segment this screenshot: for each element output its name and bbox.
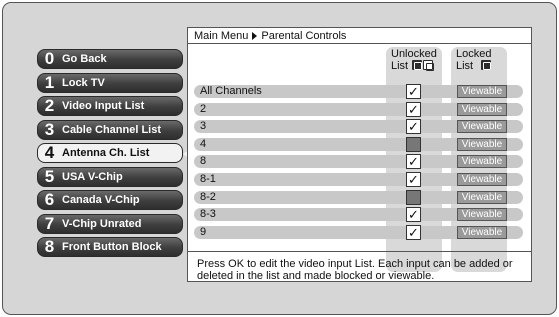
menu-item-label: Cable Channel List: [62, 123, 162, 136]
checkmark-icon: ✓: [408, 119, 419, 135]
unlocked-checkbox[interactable]: [406, 136, 421, 152]
channel-row[interactable]: All Channels ✓ Viewable: [194, 84, 523, 99]
menu-item-label: V-Chip Unrated: [62, 217, 142, 230]
checkmark-icon: ✓: [408, 101, 419, 117]
menu-item-number: 8: [44, 237, 55, 256]
channel-name: 9: [200, 225, 207, 238]
menu-item-label: Video Input List: [62, 100, 145, 112]
channel-row[interactable]: 2 ✓ Viewable: [194, 101, 523, 117]
content-panel: Main Menu Parental Controls Unlocked Lis…: [187, 27, 532, 282]
breadcrumb-current: Parental Controls: [261, 30, 347, 42]
unlocked-header-line1: Unlocked: [391, 48, 437, 60]
menu-item-usa-v-chip[interactable]: 5 USA V-Chip: [37, 166, 183, 187]
viewable-button[interactable]: Viewable: [457, 190, 507, 204]
channel-name: 8: [200, 155, 207, 168]
breadcrumb: Main Menu Parental Controls: [194, 30, 346, 42]
locked-header-line2: List: [456, 60, 474, 72]
unlocked-checkbox[interactable]: ✓: [406, 207, 421, 223]
menu-item-front-button-block[interactable]: 8 Front Button Block: [37, 237, 183, 257]
channel-row[interactable]: 8-3 ✓ Viewable: [194, 207, 523, 223]
lock-icon: [481, 60, 492, 70]
channel-name: 4: [200, 137, 207, 150]
menu-item-number: 2: [44, 96, 55, 115]
menu-item-v-chip-unrated[interactable]: 7 V-Chip Unrated: [37, 213, 183, 234]
channel-row[interactable]: 4 Viewable: [194, 136, 523, 152]
channel-row[interactable]: 8 ✓ Viewable: [194, 154, 523, 170]
viewable-button[interactable]: Viewable: [457, 85, 507, 98]
locked-header-line2-wrap: List: [456, 60, 492, 72]
unlocked-checkbox[interactable]: ✓: [406, 119, 421, 135]
menu-item-video-input-list[interactable]: 2 Video Input List: [37, 96, 183, 116]
menu-item-number: 7: [44, 213, 55, 233]
unlocked-checkbox[interactable]: ✓: [406, 224, 421, 240]
menu-item-label: Go Back: [62, 53, 107, 65]
unlocked-checkbox[interactable]: [406, 189, 421, 205]
locked-list-header: Locked List: [456, 48, 491, 72]
unlock-icon: [423, 60, 435, 71]
tv-screen: 0 Go Back 1 Lock TV 2 Video Input List 3…: [2, 2, 557, 315]
channel-name: 8-1: [200, 172, 216, 185]
channel-name: 8-3: [200, 208, 216, 221]
viewable-button[interactable]: Viewable: [457, 155, 507, 169]
channel-row[interactable]: 9 ✓ Viewable: [194, 224, 523, 240]
channel-name: 3: [200, 120, 207, 133]
unlocked-checkbox[interactable]: ✓: [406, 154, 421, 170]
unlocked-list-header: Unlocked List: [391, 48, 437, 72]
menu-item-number: 0: [44, 49, 55, 68]
channel-row[interactable]: 8-2 Viewable: [194, 189, 523, 205]
unlocked-checkbox[interactable]: ✓: [406, 171, 421, 187]
parental-menu: 0 Go Back 1 Lock TV 2 Video Input List 3…: [37, 49, 193, 261]
channel-name: 8-2: [200, 190, 216, 203]
menu-item-label: USA V-Chip: [62, 170, 123, 183]
channel-list: All Channels ✓ Viewable 2 ✓ Viewable 3 ✓…: [194, 84, 523, 243]
channel-row[interactable]: 8-1 ✓ Viewable: [194, 171, 523, 187]
viewable-button[interactable]: Viewable: [457, 172, 507, 186]
viewable-button[interactable]: Viewable: [457, 225, 507, 239]
menu-item-label: Lock TV: [62, 76, 105, 89]
checkmark-icon: ✓: [408, 207, 419, 223]
unlocked-header-line2-wrap: List: [391, 60, 437, 72]
menu-item-label: Front Button Block: [62, 241, 162, 253]
channel-row[interactable]: 3 ✓ Viewable: [194, 119, 523, 135]
locked-header-line1: Locked: [456, 48, 492, 60]
unlocked-checkbox[interactable]: ✓: [406, 84, 421, 99]
viewable-button[interactable]: Viewable: [457, 120, 507, 134]
menu-item-label: Antenna Ch. List: [62, 147, 150, 159]
menu-item-canada-v-chip[interactable]: 6 Canada V-Chip: [37, 190, 183, 210]
help-text: Press OK to edit the video input List. E…: [197, 258, 513, 282]
help-divider: [188, 251, 531, 252]
menu-item-cable-channel-list[interactable]: 3 Cable Channel List: [37, 119, 183, 140]
unlocked-checkbox[interactable]: ✓: [406, 101, 421, 117]
breadcrumb-root: Main Menu: [194, 30, 249, 42]
breadcrumb-arrow-icon: [252, 32, 258, 40]
checkmark-icon: ✓: [408, 224, 419, 240]
menu-item-antenna-ch-list[interactable]: 4 Antenna Ch. List: [37, 143, 193, 163]
checkmark-icon: ✓: [408, 171, 419, 187]
channel-name: 2: [200, 102, 207, 115]
unlocked-header-line2: List: [391, 60, 409, 72]
viewable-button[interactable]: Viewable: [457, 208, 507, 222]
menu-item-number: 6: [44, 190, 55, 209]
menu-item-number: 3: [44, 119, 55, 139]
menu-item-number: 5: [44, 166, 55, 186]
menu-item-label: Canada V-Chip: [62, 194, 140, 206]
viewable-button[interactable]: Viewable: [457, 102, 507, 116]
checkmark-icon: ✓: [408, 84, 419, 99]
menu-item-go-back[interactable]: 0 Go Back: [37, 49, 183, 69]
menu-item-lock-tv[interactable]: 1 Lock TV: [37, 72, 183, 93]
lock-icon: [412, 60, 423, 70]
breadcrumb-divider: [188, 43, 531, 44]
channel-name: All Channels: [200, 85, 262, 97]
menu-item-number: 1: [44, 72, 55, 92]
menu-item-number: 4: [44, 143, 55, 162]
viewable-button[interactable]: Viewable: [457, 137, 507, 151]
checkmark-icon: ✓: [408, 154, 419, 170]
